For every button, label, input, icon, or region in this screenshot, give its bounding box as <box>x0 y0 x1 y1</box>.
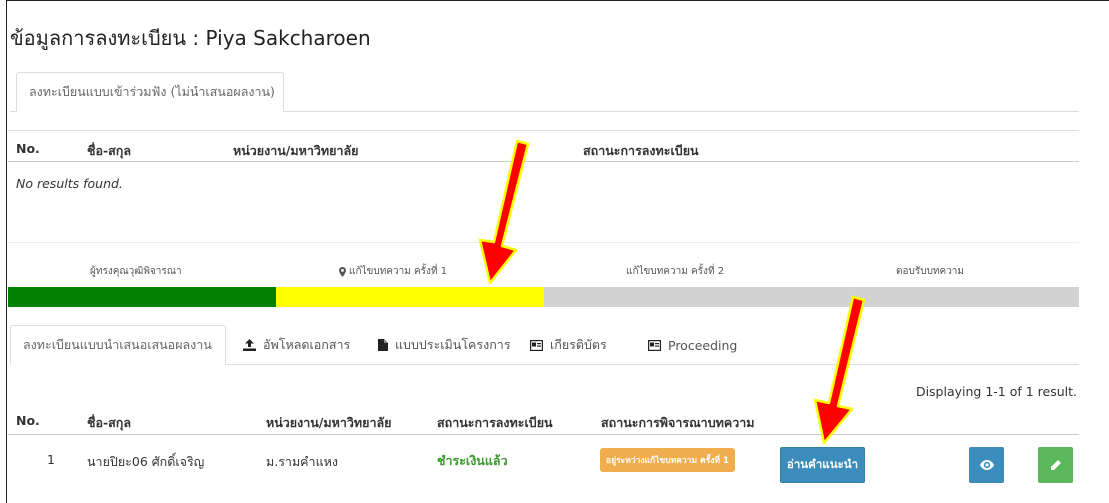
col-reg-status: สถานะการลงทะเบียน <box>583 143 699 158</box>
progress-step-2: แก้ไขบทความ ครั้งที่ 1 <box>339 264 447 279</box>
col-no: No. <box>16 141 40 156</box>
empty-results-text: No results found. <box>16 176 123 191</box>
col-name: ชื่อ-สกุล <box>87 415 132 430</box>
file-icon <box>378 339 388 351</box>
review-status-label: อยู่ระหว่างแก้ไขบทความ ครั้งที่ 1 <box>600 448 735 472</box>
col-org: หน่วยงาน/มหาวิทยาลัย <box>266 415 392 430</box>
edit-button[interactable] <box>1038 447 1073 483</box>
tab-evaluation-label: แบบประเมินโครงการ <box>395 337 511 352</box>
progress-step-3: แก้ไขบทความ ครั้งที่ 2 <box>626 266 725 277</box>
page-title: ข้อมูลการลงทะเบียน : Piya Sakcharoen <box>10 26 371 50</box>
progress-segment-1 <box>8 287 276 307</box>
tab-presenter[interactable]: ลงทะเบียนแบบนำเสนอเสนอผลงาน <box>10 325 226 365</box>
read-advice-button[interactable]: อ่านคำแนะนำ <box>780 447 865 483</box>
table-header-divider <box>8 434 1079 435</box>
col-reg-status: สถานะการลงทะเบียน <box>437 415 553 430</box>
col-review-status: สถานะการพิจารณาบทความ <box>601 415 755 430</box>
col-no: No. <box>16 413 40 428</box>
tab-certificate-label: เกียรติบัตร <box>550 337 607 352</box>
row-org: ม.รามคำแหง <box>266 454 338 469</box>
table-header-divider <box>8 161 1079 162</box>
id-card-icon <box>530 339 543 351</box>
col-name: ชื่อ-สกุล <box>87 143 132 158</box>
progress-step-1: ผู้ทรงคุณวุฒิพิจารณา <box>90 266 182 277</box>
col-org: หน่วยงาน/มหาวิทยาลัย <box>233 143 359 158</box>
tab-proceeding[interactable]: Proceeding <box>636 325 749 365</box>
view-button[interactable] <box>969 447 1004 483</box>
status-badge: ชำระเงินแล้ว <box>437 453 508 468</box>
tab-attendee[interactable]: ลงทะเบียนแบบเข้าร่วมฟัง (ไม่นำเสนอผลงาน) <box>16 72 284 112</box>
table-bottom-divider <box>8 242 1079 243</box>
row-name: นายปิยะ06 ศักดิ์เจริญ <box>87 454 205 469</box>
row-no: 1 <box>47 452 55 467</box>
tab-proceeding-label: Proceeding <box>668 337 738 353</box>
id-card-icon <box>648 339 661 351</box>
result-summary: Displaying 1-1 of 1 result. <box>915 384 1077 399</box>
tab-certificate[interactable]: เกียรติบัตร <box>518 325 619 365</box>
pencil-icon <box>1050 459 1061 471</box>
progress-segment-2 <box>276 287 544 307</box>
map-marker-icon <box>339 266 346 277</box>
eye-icon <box>979 460 994 470</box>
progress-step-4: ตอบรับบทความ <box>896 266 965 277</box>
tab-upload-label: อัพโหลดเอกสาร <box>263 337 351 352</box>
progress-step-2-label: แก้ไขบทความ ครั้งที่ 1 <box>349 266 448 277</box>
tab-evaluation[interactable]: แบบประเมินโครงการ <box>366 325 523 365</box>
table-divider <box>8 130 1079 131</box>
progress-segment-3 <box>544 287 811 307</box>
progress-segment-4 <box>811 287 1079 307</box>
tab-upload[interactable]: อัพโหลดเอกสาร <box>231 325 362 365</box>
upload-icon <box>243 339 256 351</box>
review-progress-bar <box>8 287 1079 307</box>
